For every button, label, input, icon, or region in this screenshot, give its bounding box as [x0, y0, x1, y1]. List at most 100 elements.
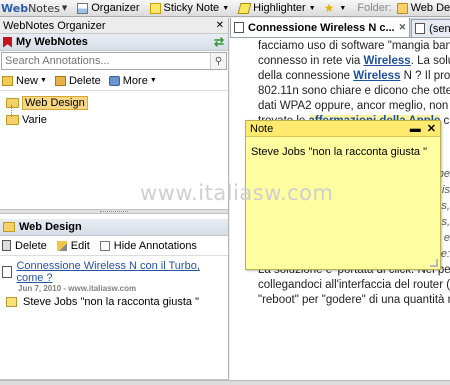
sticky-note-title: Note [250, 123, 274, 135]
brand-notes: Notes [28, 1, 60, 15]
article-line: connesso in rete via Wireless. La soluzi… [258, 54, 450, 69]
folder-tree: Web Design Varie [0, 91, 228, 189]
new-button[interactable]: New ▼ [2, 75, 47, 87]
note-entry[interactable]: Steve Jobs "non la racconta giusta " [2, 296, 226, 308]
new-folder-icon [2, 75, 13, 86]
pencil-icon [56, 240, 67, 251]
text: connesso in rete via [258, 55, 364, 67]
tab-label: Connessione Wireless N c... [248, 21, 395, 34]
search-icon[interactable]: ⚲ [210, 53, 226, 69]
organizer-label: Organizer [91, 2, 140, 14]
favorite-button[interactable]: ★ ▼ [319, 1, 350, 16]
folder-value: Web Design [410, 2, 450, 14]
tree-connector [11, 105, 12, 117]
text: 802.11n sono chiare e dicono che otterre [258, 85, 450, 97]
keyword-link[interactable]: Wireless [363, 55, 410, 67]
hide-annotations-checkbox[interactable] [99, 240, 110, 251]
folder-label: Folder: [357, 2, 392, 14]
bookmark-icon [3, 36, 12, 48]
folder-panel-header: Web Design [0, 219, 228, 236]
star-icon: ★ [323, 1, 335, 15]
tab-label: (senza tito [429, 22, 450, 35]
tree-item-label: Varie [22, 113, 47, 126]
tab-connessione-wireless[interactable]: Connessione Wireless N c... ✕ [230, 18, 411, 37]
sticky-note-button[interactable]: Sticky Note ▼ [147, 1, 233, 16]
text: che n [443, 115, 450, 127]
search-box: ⚲ [1, 52, 227, 70]
chevron-down-icon: ▼ [222, 4, 230, 12]
page-icon [234, 22, 244, 33]
tab-bar: Connessione Wireless N c... ✕ (senza tito [230, 18, 450, 38]
status-bar [0, 380, 450, 385]
my-webnotes-header: My WebNotes ⇄ [0, 34, 228, 51]
article-line: "reboot" per "godere" di una quantità ma… [258, 294, 450, 306]
article-text-top: facciamo uso di software "mangia banda" … [244, 39, 450, 129]
article-line: della connessione Wireless N ? Il proble… [258, 69, 450, 84]
text: della connessione [258, 70, 354, 82]
highlighter-button[interactable]: Highlighter ▼ [236, 1, 319, 16]
edit-label: Edit [70, 239, 90, 252]
sticky-note-controls: ▬ ✕ [404, 121, 436, 137]
delete-button[interactable]: Delete [2, 240, 47, 252]
hide-annotations-label: Hide Annotations [113, 239, 197, 252]
close-icon[interactable]: ✕ [216, 18, 224, 34]
article-line: dati WPA2 oppure, ancor meglio, non util… [258, 99, 450, 114]
folder-icon [3, 222, 15, 232]
organizer-button[interactable]: Organizer [74, 1, 142, 16]
brand-web: Web [1, 1, 29, 15]
text: . La soluzion [410, 55, 450, 67]
page-link[interactable]: Connessione Wireless N con il Turbo, com… [16, 260, 226, 284]
webnotes-toolbar: Web Notes ▼ Organizer Sticky Note ▼ Highlig… [0, 0, 450, 17]
watermark: www.italiasw.com [140, 181, 334, 205]
minimize-icon[interactable]: ▬ [410, 123, 421, 135]
resize-handle[interactable] [430, 259, 438, 267]
chevron-down-icon: ▼ [339, 4, 347, 12]
delete-folder-icon [54, 75, 66, 86]
folder-icon [396, 2, 408, 14]
edit-button[interactable]: Edit [56, 239, 90, 252]
sticky-note-header[interactable]: Note ▬ ✕ [246, 121, 440, 137]
tree-item-label: Web Design [22, 95, 88, 110]
text: N ? Il problem [403, 70, 450, 82]
search-input[interactable] [2, 53, 202, 69]
more-label: More [122, 74, 148, 87]
article-line: facciamo uso di software "mangia banda" [258, 39, 450, 54]
sticky-note-icon [6, 297, 17, 307]
refresh-icon[interactable]: ⇄ [214, 34, 224, 51]
more-icon [108, 75, 120, 86]
folder-icon [6, 114, 19, 125]
page-icon [415, 23, 426, 34]
text: facciamo uso di software "mangia banda" [258, 40, 450, 52]
text-fragment: is [442, 184, 450, 196]
tree-item-web-design[interactable]: Web Design [6, 94, 228, 111]
webnotes-menu-button[interactable]: Web Notes ▼ [0, 2, 70, 15]
organizer-title: WebNotes Organizer [3, 20, 106, 32]
page-meta: Jun 7, 2010 - www.italiasw.com [18, 284, 137, 293]
delete-label: Delete [15, 239, 47, 252]
organizer-actions: New ▼ Delete More ▼ [0, 71, 228, 91]
hide-annotations-toggle[interactable]: Hide Annotations [99, 239, 197, 252]
splitter-grip [100, 211, 128, 213]
panel-splitter[interactable] [0, 209, 228, 214]
keyword-link[interactable]: Wireless [353, 70, 400, 82]
text-fragment: s, [441, 216, 450, 228]
highlighter-icon [237, 2, 252, 14]
folder-panel: Web Design Delete Edit Hide Annotations … [0, 219, 228, 308]
tab-senza-titolo[interactable]: (senza tito [411, 19, 450, 37]
sticky-note-label: Sticky Note [163, 2, 220, 14]
delete-folder-button[interactable]: Delete [54, 75, 101, 87]
list-item: Connessione Wireless N con il Turbo, com… [0, 256, 228, 308]
more-button[interactable]: More ▼ [108, 74, 157, 87]
close-icon[interactable]: ✕ [427, 123, 436, 135]
text-fragment: e [443, 232, 450, 244]
article-line: collegandoci all'interfaccia del router … [258, 279, 450, 291]
folder-select[interactable]: Web Design▼ [394, 1, 450, 16]
highlighter-label: Highlighter [253, 2, 306, 14]
chevron-down-icon: ▼ [308, 4, 316, 12]
close-icon[interactable]: ✕ [399, 22, 407, 33]
sticky-note-icon [149, 2, 161, 14]
chevron-down-icon: ▼ [149, 77, 157, 84]
sticky-note-text[interactable]: Steve Jobs "non la racconta giusta " [246, 137, 440, 158]
tree-item-varie[interactable]: Varie [6, 111, 228, 128]
folder-panel-actions: Delete Edit Hide Annotations [0, 236, 228, 256]
